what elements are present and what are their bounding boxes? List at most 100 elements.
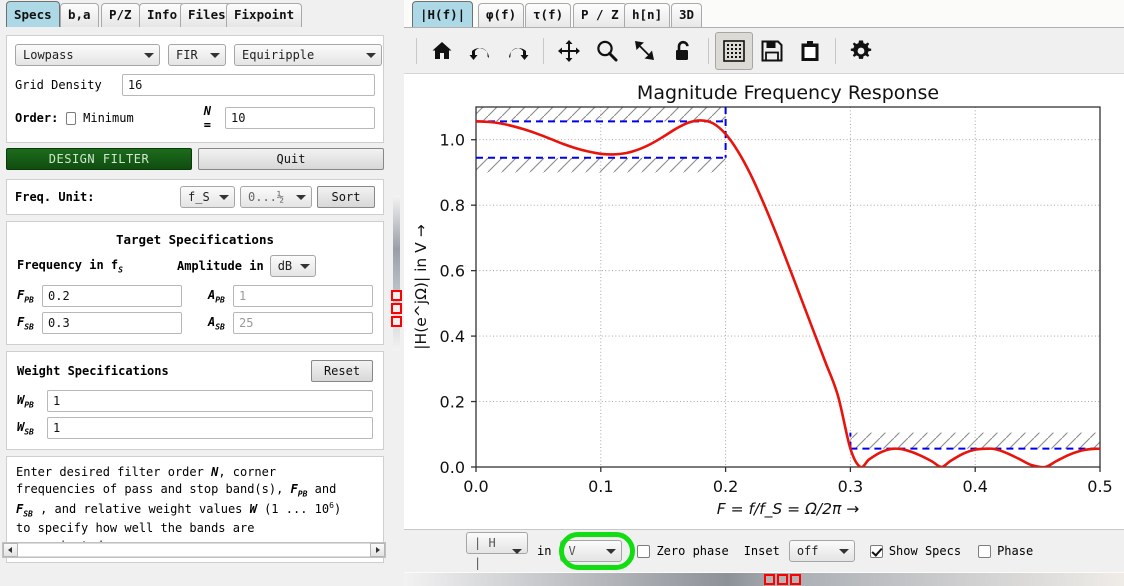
scroll-right-button[interactable] [370,543,385,557]
quit-button[interactable]: Quit [198,148,384,170]
design-filter-button[interactable]: DESIGN FILTER [6,148,192,170]
a-pb-input[interactable] [233,285,373,307]
vertical-splitter[interactable] [390,0,402,586]
magnitude-frequency-response-chart: Magnitude Frequency Response 0.0 0.1 0.2 0.… [404,74,1124,529]
help-line1b: , corner [218,465,277,479]
f-sb-label-sub: SB [24,322,34,332]
x-axis-label: F = f/f_S = Ω/2π → [717,500,860,519]
freq-unit-select[interactable]: f_S [180,186,235,208]
unit-select[interactable]: V [560,540,623,562]
phase-checkbox[interactable] [978,544,992,558]
tab-impulse[interactable]: h[n] [624,3,671,27]
left-panel-horizontal-scrollbar[interactable] [2,542,386,558]
zoom-magnifier-icon[interactable] [588,32,626,70]
scrollbar-track[interactable] [18,543,370,557]
minimum-order-checkbox[interactable] [66,111,77,125]
freq-range-select[interactable]: 0...½ [240,186,312,208]
pan-move-icon[interactable] [550,32,588,70]
resize-icon[interactable] [626,32,664,70]
save-floppy-icon[interactable] [753,32,791,70]
svg-text:0.0: 0.0 [440,458,465,477]
inset-select[interactable]: off [788,540,855,562]
hsplitter-handle-dot[interactable] [790,574,801,585]
show-specs-option[interactable]: Show Specs [869,544,961,558]
gear-icon[interactable] [842,32,880,70]
tab-magnitude[interactable]: |H(f)| [412,1,474,27]
magnitude-plot[interactable]: Magnitude Frequency Response 0.0 0.1 0.2 0.… [404,74,1124,529]
frequency-header-text: Frequency in f [17,257,119,272]
amplitude-unit-value: dB [269,255,316,277]
splitter-handle-dot[interactable] [391,316,402,327]
toolbar-separator [543,37,544,64]
a-sb-input[interactable] [233,312,373,334]
plot-toolbar [404,28,1124,74]
f-sb-input[interactable] [42,312,182,334]
f-sb-label: FSB [17,315,42,331]
filter-design-card: Lowpass FIR Equiripple Grid Density 16 O… [6,35,384,143]
reset-weights-button[interactable]: Reset [311,360,373,382]
magnitude-select[interactable]: | H | [466,532,528,570]
scroll-left-button[interactable] [3,543,18,557]
grid-density-input[interactable] [121,74,375,96]
target-specs-title: Target Specifications [115,232,275,247]
unit-select-value: V [560,540,623,562]
back-arrow-icon[interactable] [461,32,499,70]
help-fsb-symbol: FSB [16,502,33,519]
phase-option[interactable]: Phase [978,544,1033,558]
filter-class-select[interactable]: FIR [168,44,226,66]
w-pb-label: WPB [17,393,47,409]
zero-phase-checkbox[interactable] [637,544,651,558]
y-axis-label: |H(e^jΩ)| in V → [412,224,430,349]
unlock-icon[interactable] [664,32,702,70]
zero-phase-option[interactable]: Zero phase [637,544,729,558]
freq-unit-label: Freq. Unit: [15,190,95,204]
svg-text:0.6: 0.6 [440,262,465,281]
order-n-input[interactable] [225,107,375,129]
triangle-right-icon [376,547,380,553]
svg-text:0.0: 0.0 [463,477,488,496]
left-panel: Specs b,a P/Z Info Files Fixpoint Lowpas… [0,0,390,586]
action-buttons-row: DESIGN FILTER Quit [6,148,384,170]
amplitude-unit-select[interactable]: dB [269,255,316,277]
help-fpb-symbol: FPB [291,482,308,498]
splitter-handle-dot[interactable] [391,303,402,314]
clipboard-icon[interactable] [791,32,829,70]
hsplitter-handle-dot[interactable] [777,574,788,585]
tab-info[interactable]: Info [139,3,186,27]
forward-arrow-icon[interactable] [499,32,537,70]
w-pb-input[interactable] [47,390,373,412]
tab-3d[interactable]: 3D [671,3,703,27]
grid-icon[interactable] [715,31,753,70]
response-type-select[interactable]: Lowpass [15,44,160,66]
weight-specs-title: Weight Specifications [17,364,169,378]
help-line3c: ) [333,502,342,517]
svg-text:0.4: 0.4 [440,327,465,346]
triangle-left-icon [8,547,12,553]
plot-tab-bar: |H(f)| φ(f) τ(f) P / Z h[n] 3D [404,0,1124,28]
horizontal-splitter[interactable] [404,573,1124,586]
f-pb-input[interactable] [42,285,182,307]
home-icon[interactable] [423,32,461,70]
tab-fixpoint-label: Fixpoint [234,7,295,22]
design-method-select[interactable]: Equiripple [234,44,382,66]
help-fsb-sub: SB [23,509,33,519]
magnitude-select-value: | H | [466,532,528,570]
tab-pole-zero[interactable]: P / Z [573,3,627,27]
help-line1a: Enter desired filter order [16,465,212,479]
tab-ba[interactable]: b,a [60,3,99,27]
show-specs-checkbox[interactable] [869,544,883,558]
right-panel: |H(f)| φ(f) τ(f) P / Z h[n] 3D Magnitude… [404,0,1124,586]
tab-phase-label: φ(f) [486,7,517,22]
w-sb-input[interactable] [47,417,373,439]
tab-specs[interactable]: Specs [6,1,60,27]
sort-button[interactable]: Sort [317,186,375,208]
tab-group-delay[interactable]: τ(f) [525,3,572,27]
freq-unit-card: Freq. Unit: f_S 0...½ Sort [6,179,384,215]
phase-label: Phase [997,544,1034,558]
hsplitter-handle-dot[interactable] [764,574,775,585]
tab-pz[interactable]: P/Z [101,3,140,27]
fir-filter-designer-window: Specs b,a P/Z Info Files Fixpoint Lowpas… [0,0,1124,586]
splitter-handle-dot[interactable] [391,290,402,301]
tab-phase[interactable]: φ(f) [478,3,525,27]
tab-fixpoint[interactable]: Fixpoint [226,3,303,27]
